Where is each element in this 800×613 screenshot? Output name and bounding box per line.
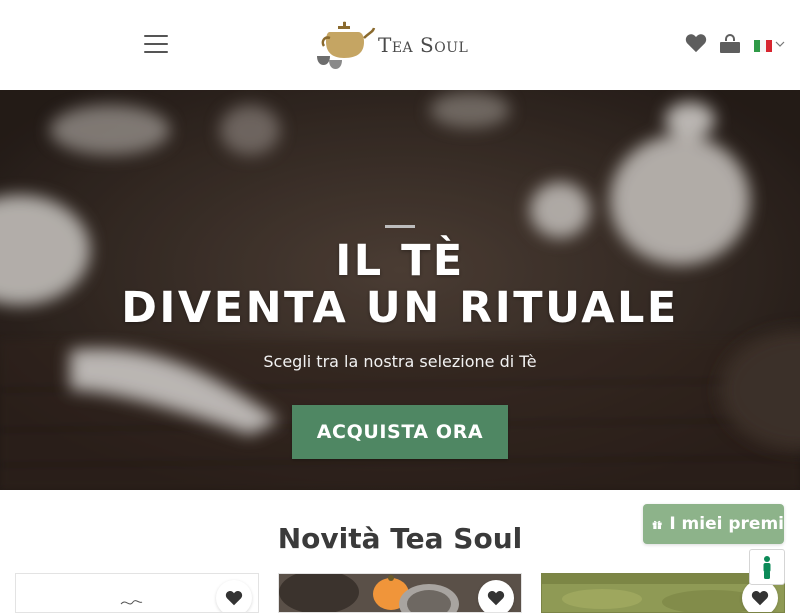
wishlist-heart-icon[interactable] (685, 33, 707, 57)
chevron-down-icon[interactable] (775, 39, 785, 49)
product-card[interactable] (15, 573, 259, 613)
rewards-label: I miei premi (669, 514, 784, 534)
hero-title-line2: DIVENTA UN RITUALE (121, 283, 679, 333)
heart-icon (751, 591, 769, 606)
hero-banner: IL TÈ DIVENTA UN RITUALE Scegli tra la n… (0, 90, 800, 490)
hero-title: IL TÈ DIVENTA UN RITUALE (0, 238, 800, 332)
logo-text: Tea Soul (378, 33, 469, 57)
shop-now-button[interactable]: ACQUISTA ORA (292, 405, 508, 459)
cart-bag-icon[interactable] (719, 34, 741, 58)
hamburger-menu-icon[interactable] (144, 34, 168, 54)
accessibility-button[interactable] (749, 549, 785, 585)
heart-icon (225, 591, 243, 606)
heart-icon (487, 591, 505, 606)
rewards-button[interactable]: I miei premi (643, 504, 784, 544)
accessibility-icon (763, 556, 771, 579)
teapot-logo-icon (317, 21, 376, 69)
hero-divider (385, 225, 415, 228)
hero-title-line1: IL TÈ (335, 236, 465, 286)
hero-subtitle: Scegli tra la nostra selezione di Tè (263, 352, 537, 371)
gift-icon (652, 520, 662, 529)
wishlist-button[interactable] (478, 580, 514, 612)
product-card[interactable] (278, 573, 522, 613)
wishlist-button[interactable] (216, 580, 252, 612)
italy-flag-icon[interactable] (754, 40, 772, 52)
site-header: Tea Soul (0, 0, 800, 90)
site-logo[interactable]: Tea Soul (316, 18, 486, 70)
